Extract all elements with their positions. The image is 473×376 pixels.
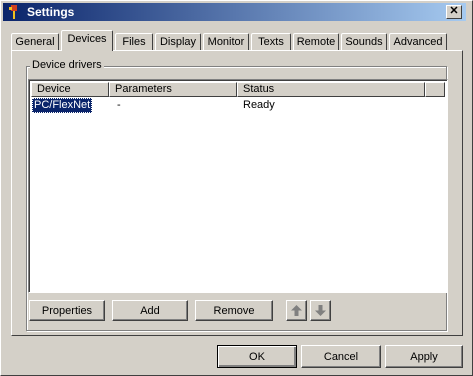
arrow-down-icon (315, 305, 326, 316)
tab-label: Devices (67, 33, 107, 45)
tab-label: Advanced (393, 36, 443, 48)
list-header: Device Parameters Status (31, 82, 445, 97)
properties-button[interactable]: Properties (29, 300, 105, 321)
move-down-button[interactable] (310, 300, 331, 321)
tab-sounds[interactable]: Sounds (341, 33, 387, 50)
tab-label: Remote (296, 36, 336, 48)
button-label: Remove (213, 305, 255, 317)
tab-remote[interactable]: Remote (293, 33, 339, 50)
close-icon[interactable]: ✕ (446, 5, 462, 19)
column-label: Device (37, 83, 71, 95)
column-header-status[interactable]: Status (237, 82, 425, 97)
tab-label: Files (122, 36, 146, 48)
button-label: Apply (410, 351, 438, 363)
tab-label: Texts (258, 36, 284, 48)
column-header-parameters[interactable]: Parameters (109, 82, 237, 97)
add-button[interactable]: Add (112, 300, 188, 321)
button-label: Add (140, 305, 160, 317)
tab-files[interactable]: Files (115, 33, 153, 50)
ok-button[interactable]: OK (217, 345, 297, 368)
move-up-button[interactable] (286, 300, 307, 321)
tab-label: Sounds (345, 36, 383, 48)
tab-display[interactable]: Display (155, 33, 201, 50)
arrow-up-icon (291, 305, 302, 316)
cell-device: PC/FlexNet (32, 98, 93, 113)
table-row[interactable]: PC/FlexNet - Ready (31, 98, 445, 113)
device-list[interactable]: Device Parameters Status PC/FlexNet - Re… (28, 79, 448, 293)
tab-devices[interactable]: Devices (61, 30, 113, 51)
group-label: Device drivers (30, 59, 104, 71)
column-label: Status (243, 83, 275, 95)
button-label: Cancel (323, 351, 359, 363)
tab-general[interactable]: General (11, 33, 59, 50)
remove-button[interactable]: Remove (195, 300, 273, 321)
cancel-button[interactable]: Cancel (301, 345, 381, 368)
button-label: Properties (41, 305, 93, 317)
title-bar[interactable]: Settings ✕ (3, 3, 466, 21)
app-icon (9, 5, 17, 19)
button-label: OK (249, 351, 265, 363)
tab-monitor[interactable]: Monitor (203, 33, 249, 50)
tab-label: Display (159, 36, 197, 48)
tab-advanced[interactable]: Advanced (389, 33, 447, 50)
tab-label: Monitor (207, 36, 245, 48)
cell-status: Ready (243, 99, 275, 111)
cell-parameters: - (117, 99, 121, 111)
tab-texts[interactable]: Texts (251, 33, 291, 50)
apply-button[interactable]: Apply (385, 345, 463, 368)
settings-dialog: Settings ✕ General Devices Files Display… (0, 0, 473, 376)
column-header-device[interactable]: Device (31, 82, 109, 97)
window-title: Settings (27, 5, 75, 19)
column-label: Parameters (115, 83, 172, 95)
tab-label: General (15, 36, 55, 48)
column-header-filler (425, 82, 445, 97)
